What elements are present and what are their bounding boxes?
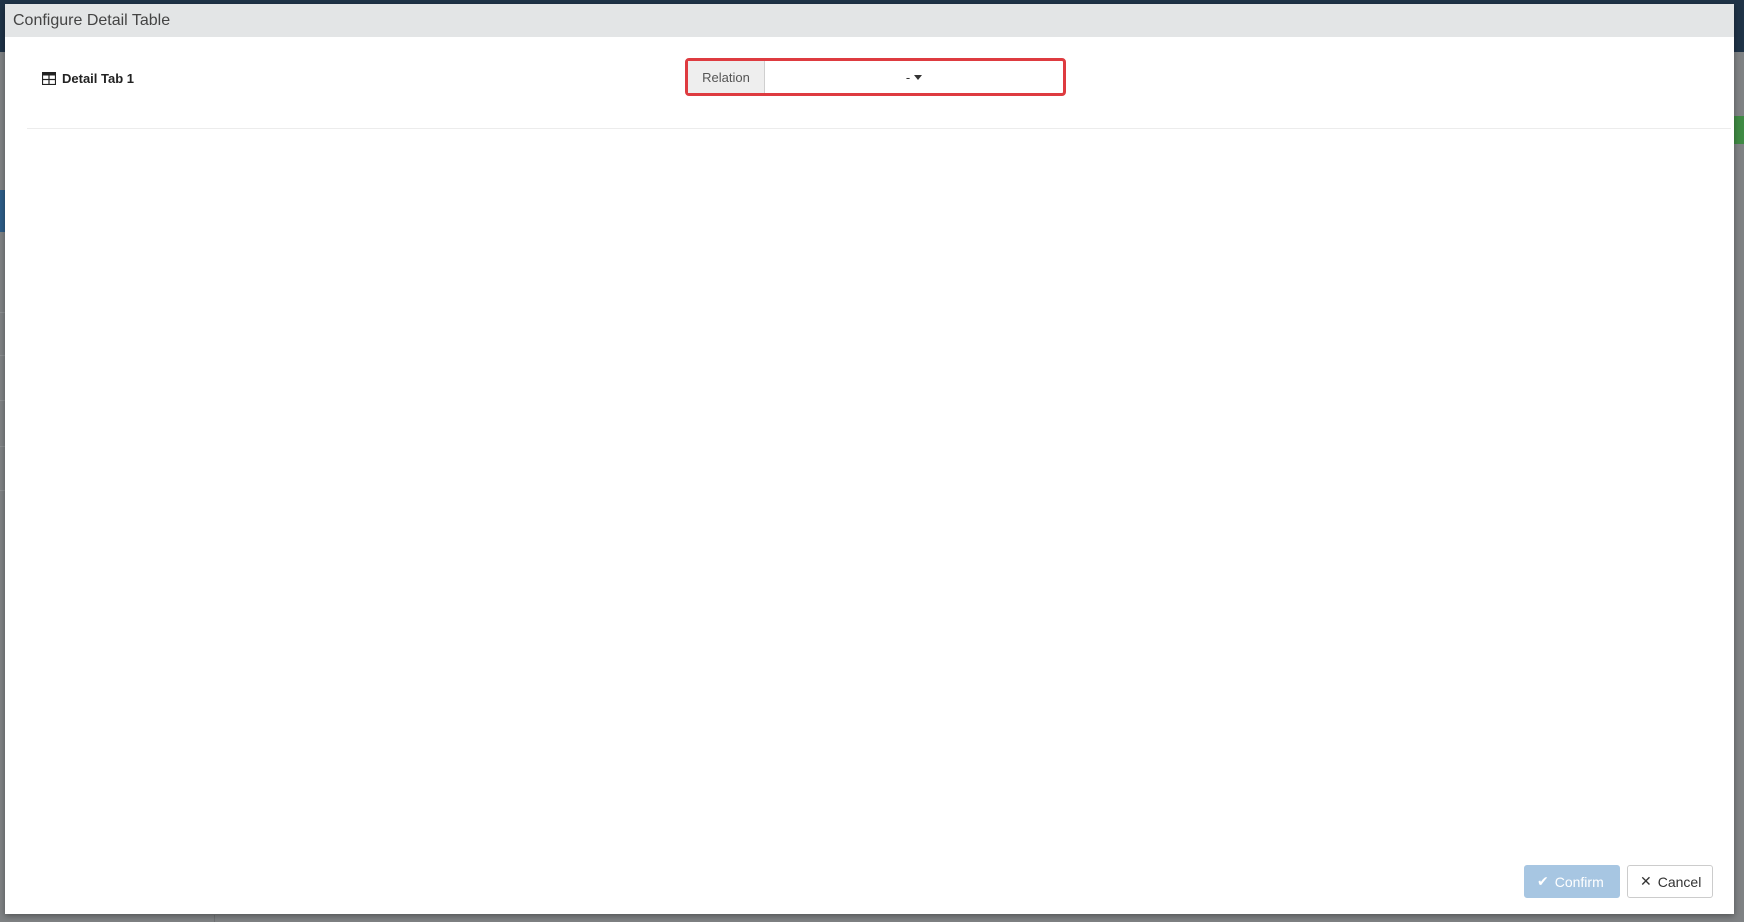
check-icon: ✔ — [1537, 873, 1549, 889]
detail-tab-row: Detail Tab 1 Relation - — [5, 37, 1734, 133]
cancel-button-label: Cancel — [1657, 873, 1702, 890]
detail-tab-label: Detail Tab 1 — [41, 71, 135, 86]
relation-selected-value: - — [905, 69, 911, 85]
confirm-button[interactable]: ✔ Confirm — [1524, 865, 1620, 898]
cancel-button[interactable]: ✕ Cancel — [1627, 865, 1713, 898]
modal-footer: ✔ Confirm ✕ Cancel — [1524, 865, 1713, 898]
confirm-button-label: Confirm — [1554, 873, 1604, 890]
detail-tab-name: Detail Tab 1 — [62, 71, 135, 86]
modal-header: Configure Detail Table — [5, 4, 1734, 37]
caret-down-icon — [914, 75, 923, 80]
close-icon: ✕ — [1640, 873, 1652, 889]
background-app-divider — [214, 915, 215, 922]
configure-detail-table-modal: Configure Detail Table Detail Tab 1 Rela… — [5, 4, 1734, 914]
relation-label: Relation — [688, 61, 765, 93]
table-icon — [41, 71, 57, 86]
relation-input-group: Relation - — [685, 58, 1066, 96]
section-divider — [27, 128, 1731, 129]
relation-dropdown[interactable]: - — [765, 61, 1063, 93]
modal-title: Configure Detail Table — [13, 11, 171, 29]
